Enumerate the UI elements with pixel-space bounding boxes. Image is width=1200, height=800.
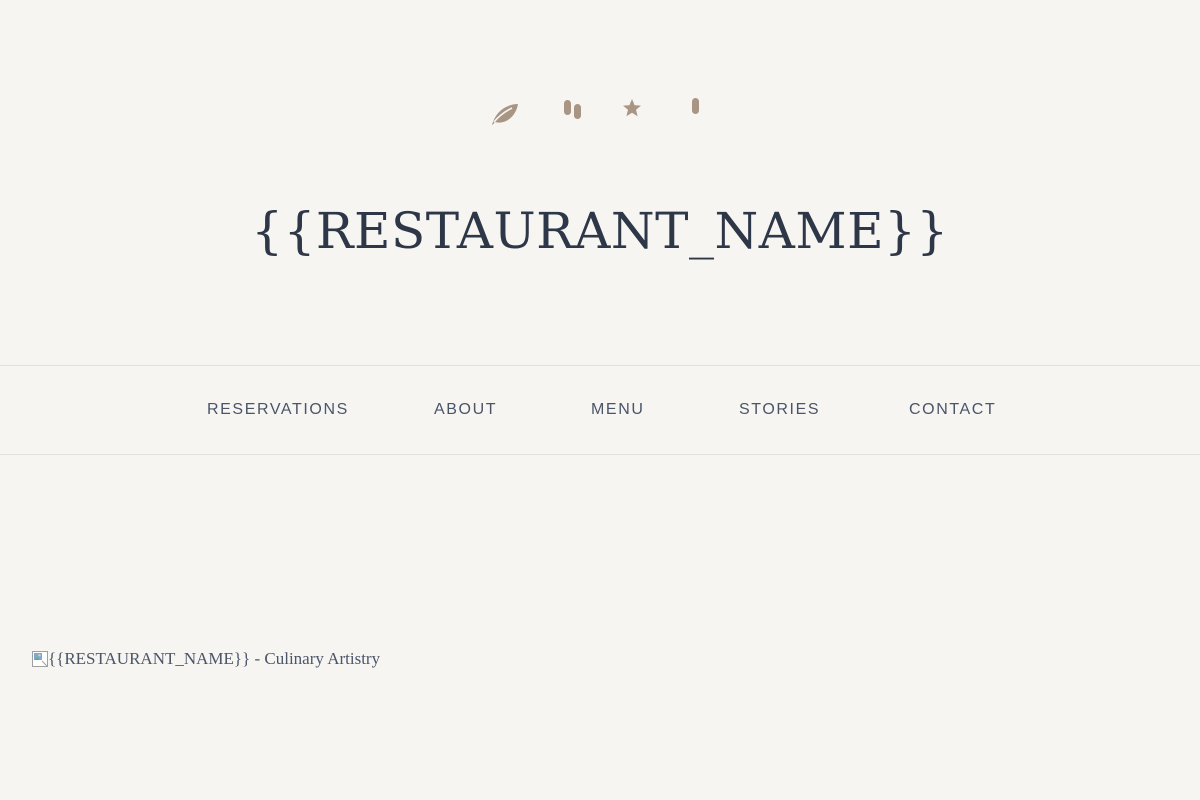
nav-item-stories[interactable]: STORIES: [739, 366, 820, 454]
pill-icon: [690, 97, 702, 117]
cups-icon: [562, 98, 584, 122]
main-navigation: RESERVATIONS ABOUT MENU STORIES CONTACT: [0, 365, 1200, 455]
hero-image-alt-text: {{RESTAURANT_NAME}} - Culinary Artistry: [48, 649, 381, 668]
nav-item-menu[interactable]: MENU: [591, 366, 645, 454]
star-icon: [621, 97, 643, 119]
leaf-icon: [488, 98, 520, 128]
nav-item-contact[interactable]: CONTACT: [909, 366, 996, 454]
broken-image-icon: [32, 651, 48, 667]
nav-item-reservations[interactable]: RESERVATIONS: [207, 366, 349, 454]
decorative-icon-row: [0, 92, 1200, 132]
restaurant-name-title: {{RESTAURANT_NAME}}: [251, 202, 949, 260]
hero-image-broken: {{RESTAURANT_NAME}} - Culinary Artistry: [32, 647, 380, 671]
nav-item-about[interactable]: ABOUT: [434, 366, 497, 454]
